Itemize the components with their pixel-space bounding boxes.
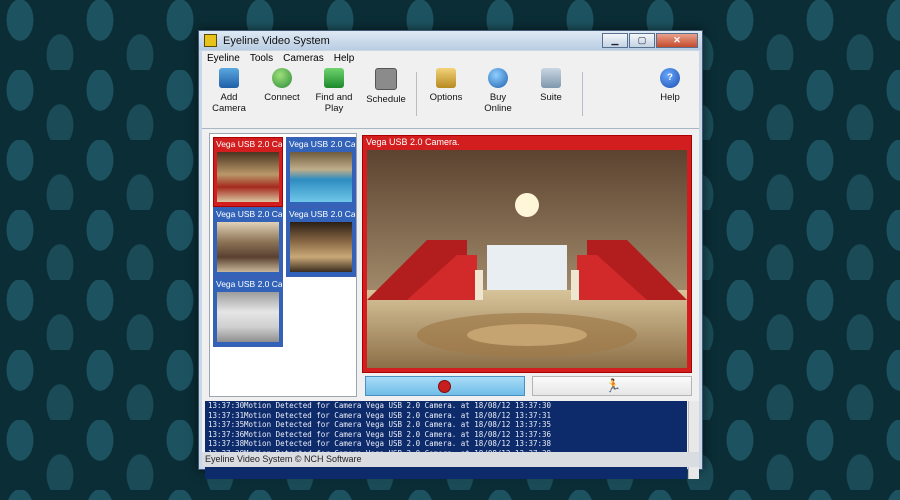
- help-button[interactable]: ? Help: [654, 68, 686, 124]
- suite-icon: [541, 68, 561, 88]
- running-man-icon: 🏃: [605, 378, 622, 393]
- camera-preview-image: [217, 152, 279, 202]
- connect-button[interactable]: Connect: [260, 68, 304, 124]
- log-message: Motion Detected for Camera Vega USB 2.0 …: [244, 439, 552, 448]
- menu-help[interactable]: Help: [329, 53, 360, 64]
- camera-list: Vega USB 2.0 Ca Vega USB 2.0 Ca Vega USB…: [209, 133, 357, 397]
- schedule-label: Schedule: [366, 94, 406, 105]
- camera-preview-image: [217, 292, 279, 342]
- add-camera-label: Add Camera: [212, 92, 246, 114]
- maximize-button[interactable]: ▢: [629, 33, 655, 48]
- log-time: 13:37:31: [208, 410, 245, 420]
- menu-bar: Eyeline Tools Cameras Help: [202, 51, 699, 66]
- window-title: Eyeline Video System: [223, 34, 330, 47]
- buy-online-button[interactable]: Buy Online: [476, 68, 520, 124]
- camera-thumb-4[interactable]: Vega USB 2.0 Ca: [286, 207, 356, 277]
- film-play-icon: [324, 68, 344, 88]
- help-icon: ?: [660, 68, 680, 88]
- log-time: 13:37:30: [208, 401, 245, 410]
- options-label: Options: [429, 92, 463, 103]
- log-message: Motion Detected for Camera Vega USB 2.0 …: [244, 420, 552, 429]
- log-message: Motion Detected for Camera Vega USB 2.0 …: [244, 429, 552, 439]
- camera-preview-image: [217, 222, 279, 272]
- log-row: 13:37:30Motion Detected for Camera Vega …: [205, 401, 687, 411]
- menu-tools[interactable]: Tools: [245, 53, 278, 64]
- globe-icon: [272, 68, 292, 88]
- camera-thumb-1[interactable]: Vega USB 2.0 Ca: [213, 137, 283, 207]
- log-time: 13:37:36: [208, 429, 245, 439]
- toolbar-separator: [582, 72, 583, 116]
- camera-thumb-label: Vega USB 2.0 Ca: [216, 139, 282, 149]
- camera-preview-image: [290, 222, 352, 272]
- log-time: 13:37:38: [208, 439, 245, 448]
- log-row: 13:37:36Motion Detected for Camera Vega …: [205, 430, 687, 440]
- schedule-button[interactable]: Schedule: [366, 68, 406, 124]
- camera-preview-image: [290, 152, 352, 202]
- log-message: Motion Detected for Camera Vega USB 2.0 …: [244, 410, 552, 420]
- toolbar: Add Camera Connect Find and Play Schedul…: [202, 66, 699, 129]
- title-bar[interactable]: Eyeline Video System ▁ ▢ ✕: [199, 31, 702, 50]
- log-time: 13:37:35: [208, 420, 245, 429]
- camera-thumb-label: Vega USB 2.0 Ca: [216, 279, 282, 289]
- camera-thumb-label: Vega USB 2.0 Ca: [289, 139, 355, 149]
- motion-detect-button[interactable]: 🏃: [532, 376, 692, 396]
- buy-online-label: Buy Online: [484, 92, 512, 114]
- app-window: Eyeline Video System ▁ ▢ ✕ Eyeline Tools…: [198, 30, 703, 479]
- suite-label: Suite: [540, 92, 562, 103]
- log-row: 13:37:31Motion Detected for Camera Vega …: [205, 411, 687, 421]
- toolbar-separator: [416, 72, 417, 116]
- record-icon: [438, 380, 451, 393]
- minimize-button[interactable]: ▁: [602, 33, 628, 48]
- connect-label: Connect: [264, 92, 300, 103]
- main-camera-label: Vega USB 2.0 Camera.: [366, 137, 460, 147]
- find-and-play-label: Find and Play: [315, 92, 353, 114]
- help-label: Help: [660, 92, 680, 103]
- add-camera-button[interactable]: Add Camera: [204, 68, 254, 124]
- menu-cameras[interactable]: Cameras: [278, 53, 329, 64]
- camera-thumb-label: Vega USB 2.0 Ca: [289, 209, 355, 219]
- camera-thumb-2[interactable]: Vega USB 2.0 Ca: [286, 137, 356, 207]
- log-message: Motion Detected for Camera Vega USB 2.0 …: [244, 401, 552, 410]
- main-camera-feed: [367, 150, 687, 368]
- suite-button[interactable]: Suite: [536, 68, 566, 124]
- log-row: 13:37:35Motion Detected for Camera Vega …: [205, 420, 687, 430]
- buy-online-icon: [488, 68, 508, 88]
- add-camera-icon: [219, 68, 239, 88]
- log-row: 13:37:38Motion Detected for Camera Vega …: [205, 439, 687, 449]
- event-log[interactable]: 13:37:30Motion Detected for Camera Vega …: [205, 401, 687, 479]
- main-camera-view[interactable]: Vega USB 2.0 Camera.: [362, 135, 692, 373]
- record-button[interactable]: [365, 376, 525, 396]
- schedule-icon: [375, 68, 397, 90]
- close-button[interactable]: ✕: [656, 33, 698, 48]
- options-icon: [436, 68, 456, 88]
- options-button[interactable]: Options: [428, 68, 464, 124]
- camera-thumb-label: Vega USB 2.0 Ca: [216, 209, 282, 219]
- content-area: Vega USB 2.0 Ca Vega USB 2.0 Ca Vega USB…: [202, 129, 699, 479]
- camera-thumb-3[interactable]: Vega USB 2.0 Ca: [213, 207, 283, 277]
- camera-thumb-5[interactable]: Vega USB 2.0 Ca: [213, 277, 283, 347]
- status-bar: Eyeline Video System © NCH Software: [202, 452, 699, 467]
- menu-eyeline[interactable]: Eyeline: [202, 53, 245, 64]
- log-scrollbar[interactable]: [688, 401, 699, 479]
- find-and-play-button[interactable]: Find and Play: [308, 68, 360, 124]
- app-icon: [204, 34, 217, 47]
